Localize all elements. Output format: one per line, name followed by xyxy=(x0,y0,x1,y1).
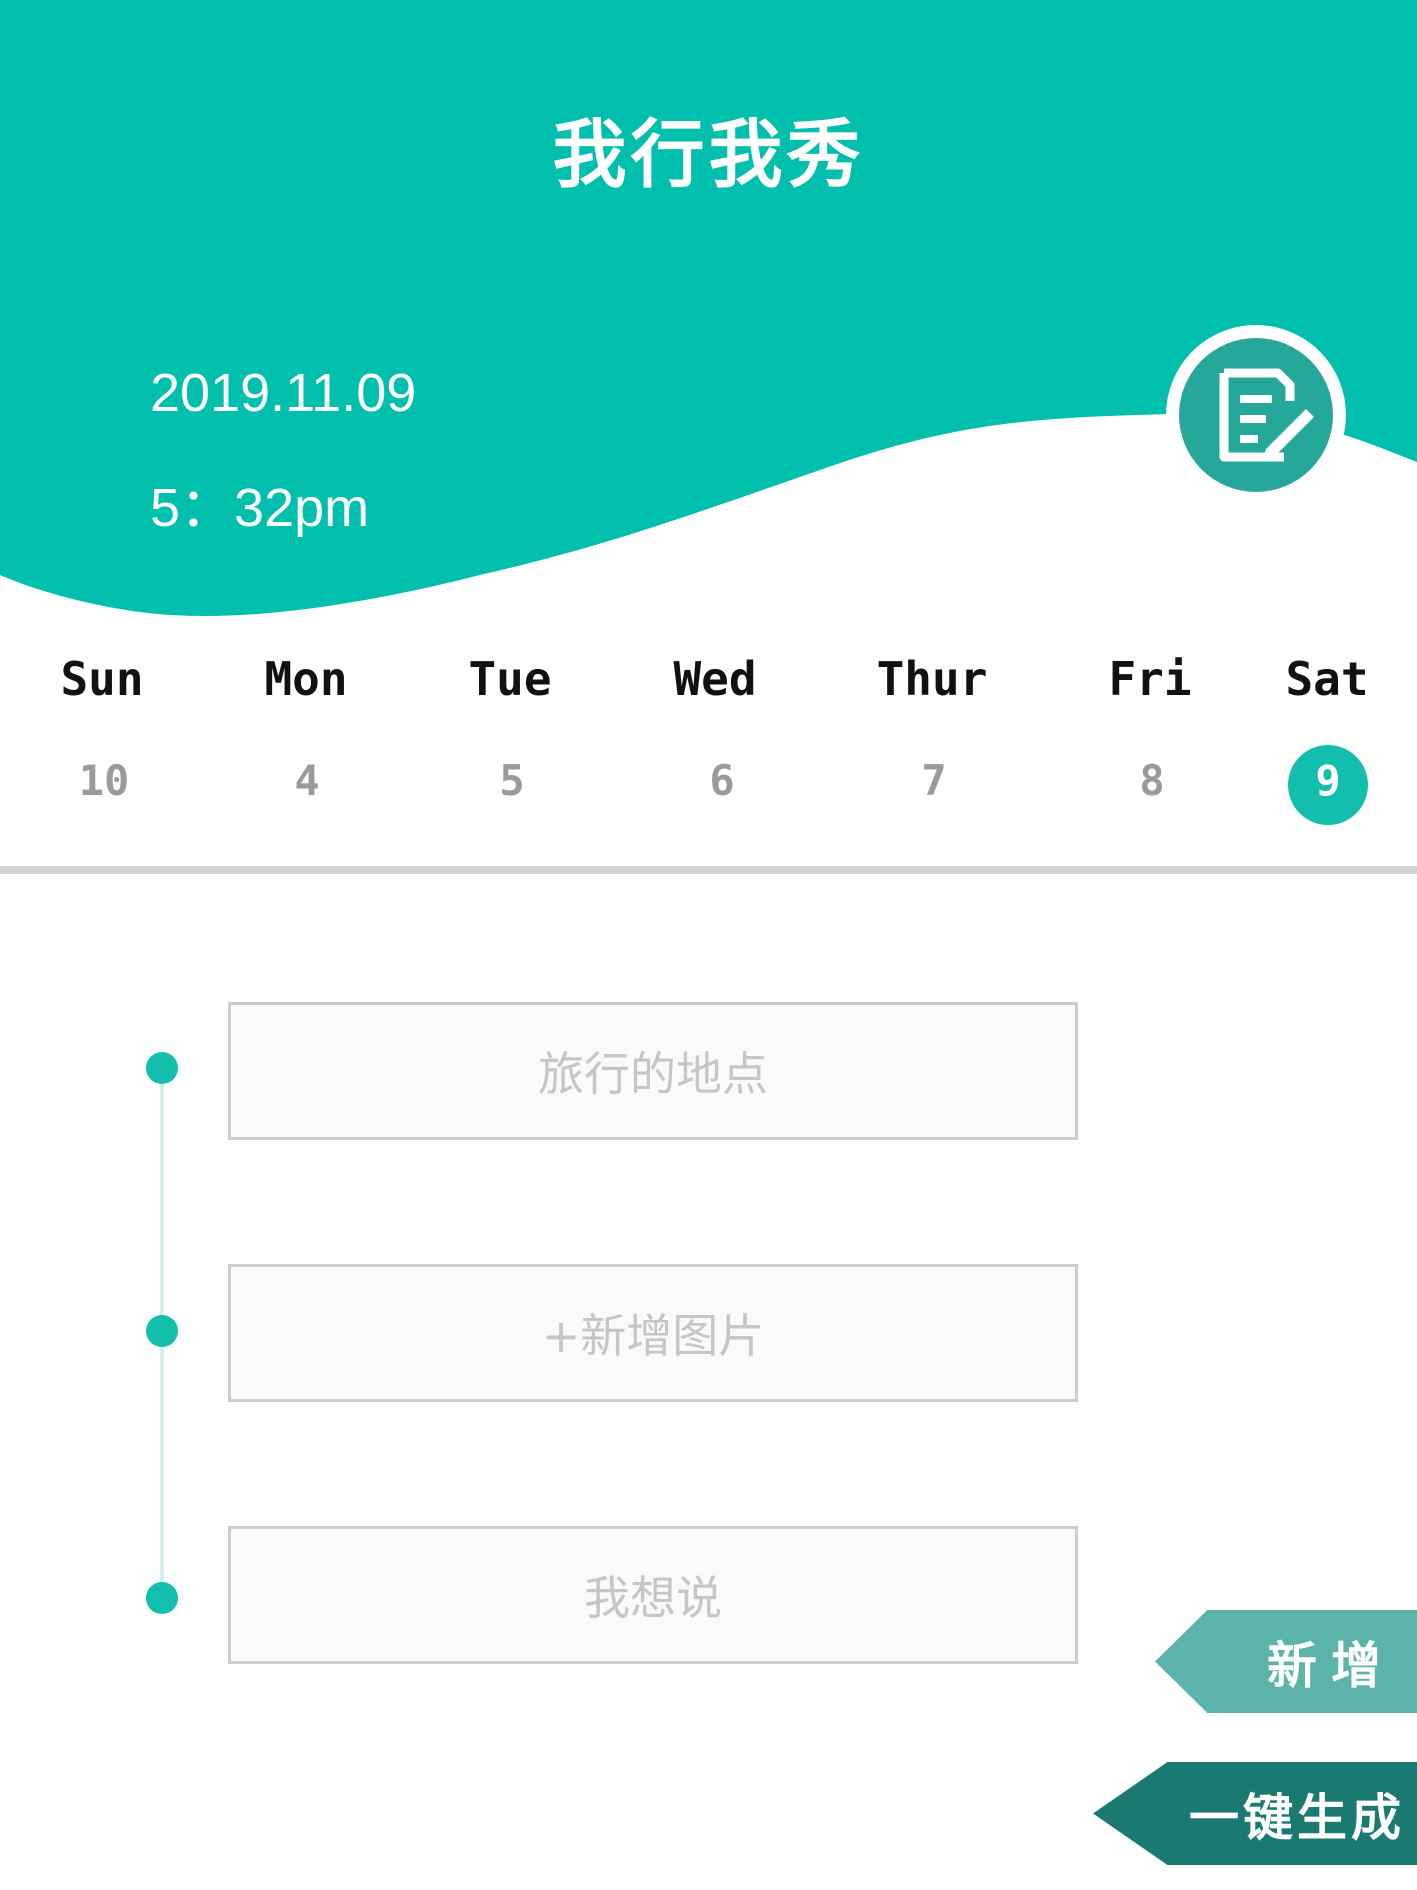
app-title: 我行我秀 xyxy=(552,112,865,198)
timeline-dot xyxy=(146,1582,178,1614)
weekday-sun: Sun xyxy=(60,652,144,706)
date-cell[interactable]: 4 xyxy=(207,756,407,805)
date-cell[interactable]: 8 xyxy=(1052,756,1252,805)
edit-note-icon xyxy=(1219,368,1314,462)
generate-button[interactable]: 一键生成 xyxy=(1093,1762,1417,1865)
weekday-fri: Fri xyxy=(1108,652,1192,706)
weekday-mon: Mon xyxy=(264,652,348,706)
current-time: 5：32pm xyxy=(150,478,370,538)
weekday-thur: Thur xyxy=(876,652,988,706)
comment-input[interactable]: 我想说 xyxy=(228,1526,1078,1664)
generate-button-label: 一键生成 xyxy=(1189,1788,1405,1847)
date-cell[interactable]: 7 xyxy=(834,756,1034,805)
current-date: 2019.11.09 xyxy=(150,363,417,423)
date-cell[interactable]: 10 xyxy=(4,756,204,805)
weekday-tue: Tue xyxy=(468,652,552,706)
weekday-wed: Wed xyxy=(673,652,757,706)
calendar-divider xyxy=(0,866,1417,874)
timeline-dot xyxy=(146,1315,178,1347)
date-cell[interactable]: 5 xyxy=(412,756,612,805)
add-button-label: 新增 xyxy=(1267,1636,1395,1695)
date-cell[interactable]: 6 xyxy=(622,756,822,805)
date-row: 10 4 5 6 7 8 9 xyxy=(0,0,1417,805)
date-cell-selected[interactable]: 9 xyxy=(1228,756,1417,805)
timeline-dot xyxy=(146,1052,178,1084)
edit-button[interactable] xyxy=(1166,325,1346,505)
add-button[interactable]: 新增 xyxy=(1155,1610,1417,1713)
location-input[interactable]: 旅行的地点 xyxy=(228,1002,1078,1140)
add-image-button[interactable]: +新增图片 xyxy=(228,1264,1078,1402)
weekday-sat: Sat xyxy=(1285,652,1369,706)
